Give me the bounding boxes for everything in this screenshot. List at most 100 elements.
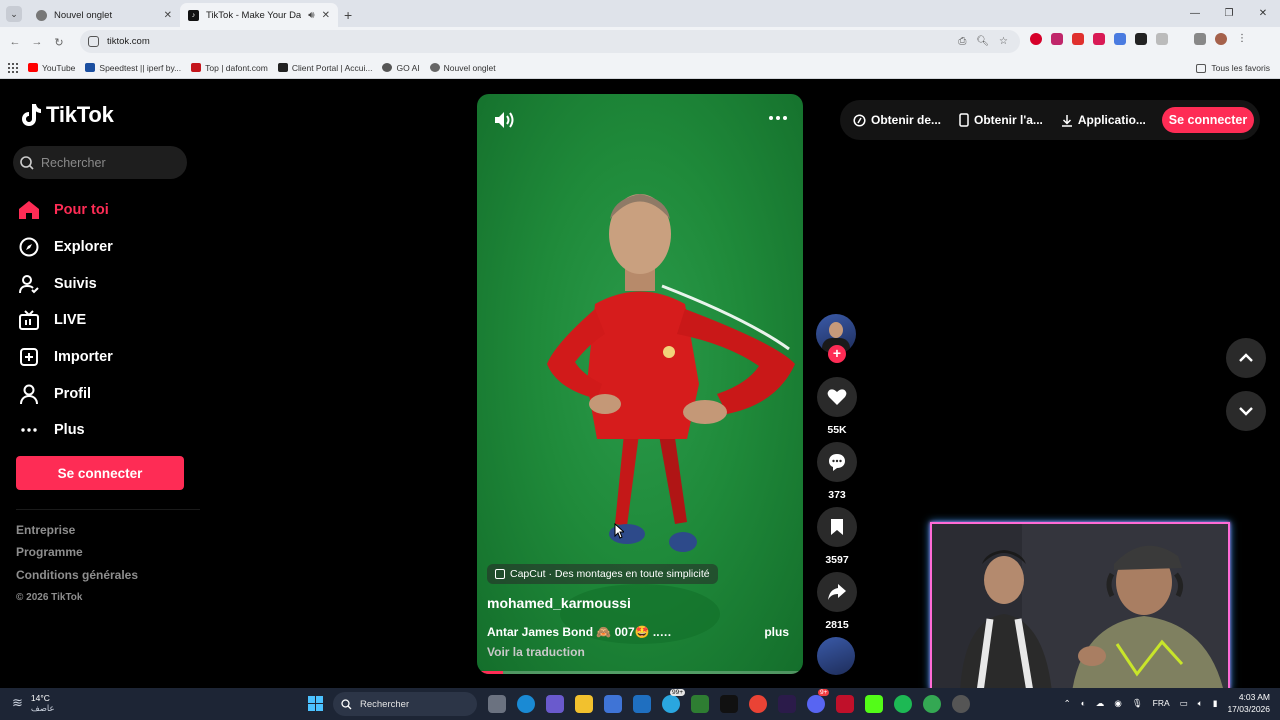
extension-icon[interactable] (1072, 33, 1084, 45)
discord-icon[interactable]: 9+ (807, 689, 830, 713)
search-input[interactable]: Rechercher (13, 146, 187, 179)
kick-icon[interactable] (865, 695, 883, 713)
forward-icon[interactable]: → (26, 36, 48, 48)
bookmark-speedtest[interactable]: Speedtest || iperf by... (85, 63, 181, 73)
battery-icon[interactable]: ▮ (1213, 698, 1218, 709)
extension-icon[interactable] (1135, 33, 1147, 45)
extensions-puzzle-icon[interactable] (1156, 33, 1168, 45)
comment-action[interactable]: 373 (817, 442, 857, 501)
outlook-icon[interactable] (633, 695, 651, 713)
file-explorer-icon[interactable] (575, 695, 593, 713)
install-app-icon[interactable]: ⎙ (958, 36, 966, 47)
minimize-icon[interactable]: — (1178, 0, 1212, 27)
edge-icon[interactable] (517, 695, 535, 713)
tab-nouvel-onglet[interactable]: Nouvel onglet ✕ (28, 3, 180, 27)
bookmark-star-icon[interactable]: ☆ (999, 36, 1008, 47)
tiktok-logo[interactable]: TikTok (20, 102, 114, 128)
top-login-button[interactable]: Se connecter (1162, 107, 1254, 133)
sidebar-item-plus[interactable]: Plus (18, 412, 113, 449)
tradingview-icon[interactable] (720, 695, 738, 713)
close-tab-icon[interactable]: ✕ (164, 10, 172, 21)
back-icon[interactable]: ← (4, 36, 26, 48)
translate-extension-icon[interactable] (1114, 33, 1126, 45)
save-action[interactable]: 3597 (817, 507, 857, 566)
bookmark-go-ai[interactable]: GO AI (382, 63, 420, 73)
chrome-active-icon[interactable] (923, 695, 941, 713)
bookmark-nouvel-onglet[interactable]: Nouvel onglet (429, 63, 496, 73)
weather-widget[interactable]: ≋ 14°C عاصف (12, 693, 55, 713)
sound-disc-avatar[interactable] (817, 637, 855, 675)
capcut-tag[interactable]: CapCut · Des montages en toute simplicit… (487, 564, 718, 584)
chrome-icon[interactable] (749, 695, 767, 713)
next-video-button[interactable] (1226, 391, 1266, 431)
extension-icon[interactable] (1093, 33, 1105, 45)
sidebar-item-suivis[interactable]: Suivis (18, 265, 113, 302)
clock[interactable]: 4:03 AM 17/03/2026 (1227, 691, 1270, 715)
comment-icon[interactable] (817, 442, 857, 482)
caption-more-link[interactable]: plus (764, 625, 789, 639)
windows-start-icon[interactable] (308, 696, 323, 711)
bookmark-youtube[interactable]: YouTube (28, 63, 75, 73)
all-bookmarks[interactable]: Tous les favoris (1196, 57, 1270, 79)
restore-icon[interactable]: ❐ (1212, 0, 1246, 27)
get-coins-link[interactable]: Obtenir de... (853, 113, 941, 127)
tray-chevron-icon[interactable]: ⌃ (1064, 698, 1071, 709)
heart-icon[interactable] (817, 377, 857, 417)
video-progress-bar[interactable] (477, 671, 803, 674)
previous-video-button[interactable] (1226, 338, 1266, 378)
language-indicator[interactable]: FRA (1153, 698, 1170, 708)
app-icon[interactable] (836, 695, 854, 713)
opera-extension-icon[interactable] (1030, 33, 1042, 45)
browser-menu-icon[interactable]: ⋮ (1236, 33, 1248, 45)
telegram-icon[interactable]: 99+ (662, 689, 686, 713)
follow-plus-icon[interactable]: + (828, 345, 846, 363)
reading-list-icon[interactable] (1194, 33, 1206, 45)
login-button[interactable]: Se connecter (16, 456, 184, 490)
address-bar[interactable]: tiktok.com ⎙ 🔍︎ ☆ (80, 30, 1020, 53)
footer-link-conditions[interactable]: Conditions générales (16, 568, 138, 590)
share-action[interactable]: 2815 (817, 572, 857, 631)
sidebar-item-profil[interactable]: Profil (18, 375, 113, 412)
video-more-options-icon[interactable] (769, 116, 787, 120)
sidebar-item-explorer[interactable]: Explorer (18, 229, 113, 266)
spotify-icon[interactable] (894, 695, 912, 713)
footer-link-programme[interactable]: Programme (16, 545, 138, 567)
sidebar-item-live[interactable]: LIVE (18, 302, 113, 339)
zoom-icon[interactable]: 🔍︎ (976, 36, 989, 47)
bookmark-client-portal[interactable]: Client Portal | Accui... (277, 63, 372, 73)
copilot-icon[interactable] (546, 695, 564, 713)
network-icon[interactable]: ▭ (1180, 698, 1188, 709)
obs-icon[interactable] (952, 695, 970, 713)
after-effects-icon[interactable] (778, 695, 796, 713)
bookmark-dafont[interactable]: Top | dafont.com (191, 63, 268, 73)
new-tab-icon[interactable]: + (344, 7, 352, 23)
tray-app-icon[interactable]: ◐ (1081, 698, 1086, 708)
app-icon[interactable] (691, 695, 709, 713)
share-icon[interactable] (817, 572, 857, 612)
audio-playing-icon[interactable]: 🔊︎ (308, 10, 314, 21)
site-info-icon[interactable] (88, 36, 99, 47)
volume-icon[interactable] (493, 110, 515, 135)
onedrive-icon[interactable]: ☁ (1096, 698, 1105, 709)
bookmark-icon[interactable] (817, 507, 857, 547)
extension-icon[interactable] (1051, 33, 1063, 45)
desktop-app-link[interactable]: Applicatio... (1061, 113, 1146, 127)
video-player[interactable]: CapCut · Des montages en toute simplicit… (477, 94, 803, 674)
get-app-link[interactable]: Obtenir l'a... (959, 113, 1043, 127)
microphone-icon[interactable]: 🎙︎ (1132, 698, 1143, 709)
close-tab-icon[interactable]: ✕ (322, 10, 330, 21)
translate-link[interactable]: Voir la traduction (487, 645, 585, 659)
volume-icon[interactable]: 🔈︎ (1198, 698, 1203, 709)
microsoft-store-icon[interactable] (604, 695, 622, 713)
tray-app-icon[interactable]: ◉ (1114, 698, 1121, 709)
apps-grid-icon[interactable] (8, 62, 18, 73)
footer-link-entreprise[interactable]: Entreprise (16, 523, 138, 545)
sidebar-item-pour-toi[interactable]: Pour toi (18, 192, 113, 229)
like-action[interactable]: 55K (817, 377, 857, 436)
sidebar-item-importer[interactable]: Importer (18, 339, 113, 376)
reload-icon[interactable]: ↻ (48, 36, 70, 49)
taskbar-search[interactable]: Rechercher (333, 692, 477, 716)
tab-tiktok[interactable]: ♪ TikTok - Make Your Day 🔊︎ ✕ (180, 3, 338, 27)
video-author[interactable]: mohamed_karmoussi (487, 595, 631, 611)
task-view-icon[interactable] (488, 695, 506, 713)
